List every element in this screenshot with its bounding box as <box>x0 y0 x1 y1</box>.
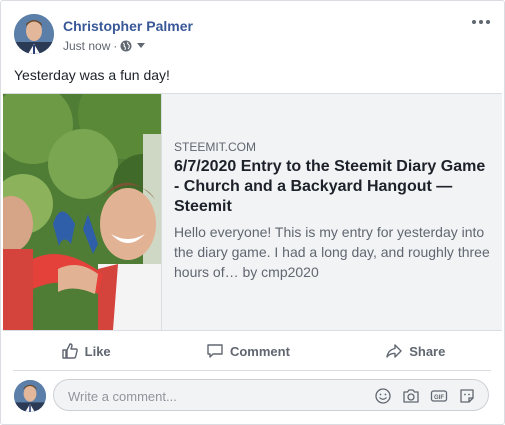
link-preview[interactable]: STEEMIT.COM 6/7/2020 Entry to the Steemi… <box>3 93 502 331</box>
commenter-avatar <box>14 380 46 412</box>
chevron-down-icon[interactable] <box>137 43 146 49</box>
comment-box: GIF <box>53 379 489 411</box>
timestamp[interactable]: Just now <box>63 39 110 53</box>
link-thumbnail[interactable] <box>3 94 162 330</box>
author-name[interactable]: Christopher Palmer <box>63 18 193 34</box>
like-label: Like <box>84 343 111 359</box>
more-options-icon[interactable] <box>472 17 490 27</box>
speech-bubble-icon <box>207 344 223 358</box>
share-label: Share <box>409 343 446 359</box>
thumbs-up-icon <box>61 343 78 359</box>
camera-icon[interactable] <box>402 387 420 405</box>
svg-text:GIF: GIF <box>434 395 444 401</box>
comment-input[interactable] <box>66 386 370 406</box>
emoji-icon[interactable] <box>374 387 392 405</box>
globe-icon[interactable] <box>120 40 132 52</box>
divider <box>13 370 491 371</box>
comment-button[interactable]: Comment <box>196 338 300 364</box>
post-text: Yesterday was a fun day! <box>14 67 170 83</box>
comment-label: Comment <box>229 343 290 359</box>
comment-tools: GIF <box>374 387 476 405</box>
sticker-icon[interactable] <box>458 387 476 405</box>
post-actions: Like Comment Share <box>13 336 493 366</box>
link-title[interactable]: 6/7/2020 Entry to the Steemit Diary Game… <box>174 157 492 217</box>
link-domain: STEEMIT.COM <box>174 140 257 154</box>
post-meta: Just now · <box>63 39 146 53</box>
post-card: Christopher Palmer Just now · Yesterday … <box>0 0 505 425</box>
like-button[interactable]: Like <box>51 338 121 364</box>
share-button[interactable]: Share <box>375 338 455 364</box>
author-avatar[interactable] <box>14 14 54 54</box>
meta-separator: · <box>113 39 118 53</box>
share-arrow-icon <box>386 344 402 358</box>
gif-icon[interactable]: GIF <box>430 387 448 405</box>
link-description: Hello everyone! This is my entry for yes… <box>174 224 490 280</box>
